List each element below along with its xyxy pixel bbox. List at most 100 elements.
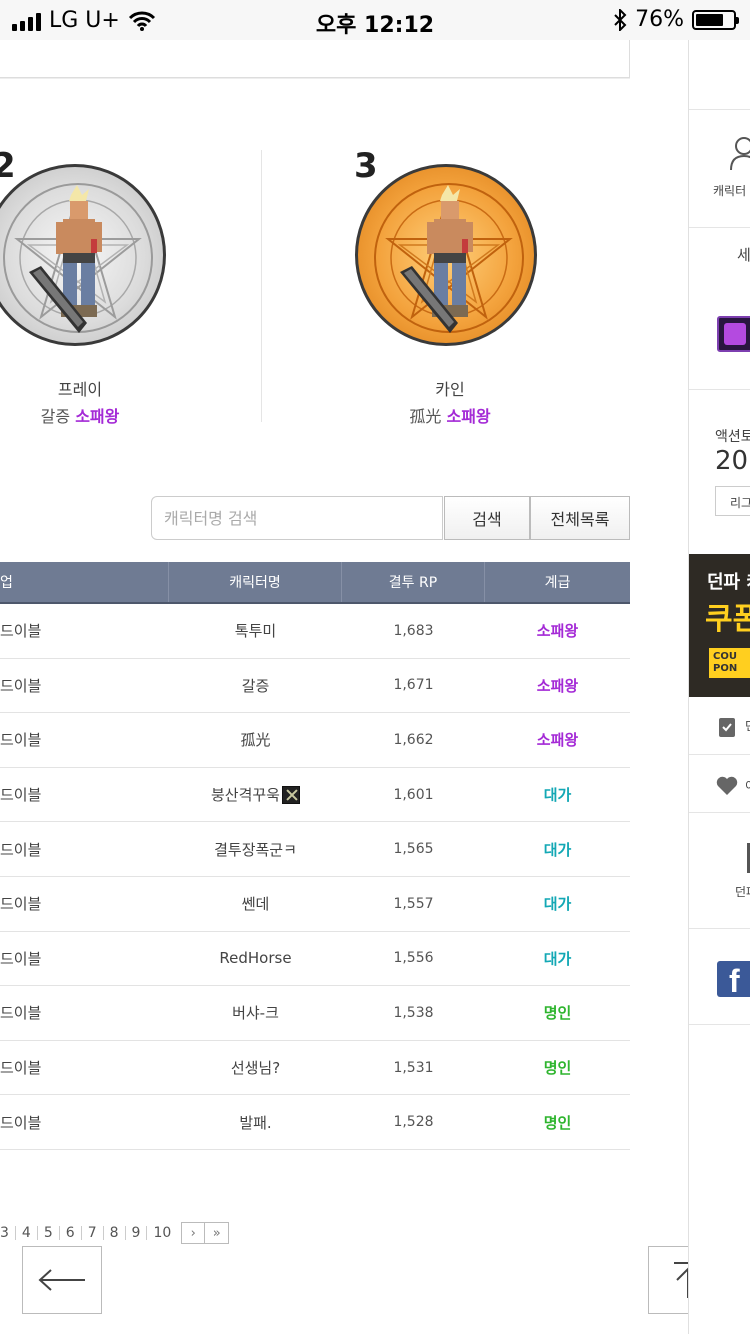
side-top-block bbox=[689, 40, 750, 110]
page-link[interactable]: 5 bbox=[36, 1226, 59, 1240]
side-character-block[interactable]: 캐릭터 bbox=[689, 110, 750, 228]
table-row[interactable]: 드이블 결투장폭군ㅋ 1,565 대가 bbox=[0, 822, 630, 877]
side-link-1[interactable]: 던 bbox=[689, 697, 750, 755]
side-link-2[interactable]: 이 bbox=[689, 755, 750, 813]
coupon-title: 던파 캐 bbox=[707, 572, 750, 593]
row-character-name[interactable]: 발패. bbox=[169, 1095, 342, 1149]
character-search-input[interactable] bbox=[151, 496, 443, 540]
row-character-name[interactable]: 결투장폭군ㅋ bbox=[169, 822, 342, 876]
league-button[interactable]: 리그 bbox=[715, 486, 750, 516]
equipment-item-icon[interactable] bbox=[717, 316, 750, 352]
page-link[interactable]: 3 bbox=[0, 1226, 15, 1240]
character-icon bbox=[730, 137, 750, 171]
coupon-big-text: 쿠폰 bbox=[705, 602, 750, 637]
row-rp: 1,556 bbox=[393, 950, 434, 967]
row-grade: 소패왕 bbox=[536, 731, 579, 750]
character-name-text: 발패. bbox=[239, 1113, 272, 1132]
row-grade: 소패왕 bbox=[536, 622, 579, 641]
row-grade: 대가 bbox=[543, 949, 572, 968]
side-action-label: 액션토 bbox=[715, 429, 750, 445]
side-character-label: 캐릭터 bbox=[713, 184, 747, 198]
table-row[interactable]: 드이블 갈증 1,671 소패왕 bbox=[0, 659, 630, 714]
table-row[interactable]: 드이블 붕산격꾸욱 1,601 대가 bbox=[0, 768, 630, 823]
row-job: 드이블 bbox=[0, 840, 42, 859]
battery-fill bbox=[696, 13, 724, 26]
row-job: 드이블 bbox=[0, 1004, 42, 1023]
table-header: 업 캐릭터명 결투 RP 계급 bbox=[0, 562, 630, 604]
facebook-icon[interactable]: f bbox=[717, 961, 750, 999]
row-job: 드이블 bbox=[0, 1113, 42, 1132]
row-character-name[interactable]: 선생님? bbox=[169, 1041, 342, 1095]
character-info[interactable]: 孤光 소패왕 bbox=[350, 403, 550, 427]
row-character-name[interactable]: RedHorse bbox=[169, 932, 342, 986]
player-name: 孤光 bbox=[409, 407, 442, 426]
character-name-text: 선생님? bbox=[230, 1059, 281, 1078]
character-name-text: 갈증 bbox=[241, 676, 270, 695]
player-name: 갈증 bbox=[40, 407, 71, 426]
card-divider bbox=[261, 150, 262, 422]
page-link[interactable]: 10 bbox=[146, 1226, 177, 1240]
side-action-block: 액션토 201 리그 bbox=[689, 390, 750, 554]
page-link[interactable]: 8 bbox=[102, 1226, 125, 1240]
page-link[interactable]: 7 bbox=[80, 1226, 103, 1240]
page-link[interactable]: 6 bbox=[58, 1226, 81, 1240]
side-link-3-label: 던파 bbox=[735, 885, 750, 899]
last-page-button[interactable]: » bbox=[205, 1222, 230, 1244]
row-rp: 1,538 bbox=[393, 1004, 434, 1021]
table-body: 드이블 톡투미 1,683 소패왕 드이블 갈증 1,671 소패왕 드이블 孤光 1,662 소패왕… bbox=[0, 604, 630, 1150]
table-row[interactable]: 드이블 발패. 1,528 명인 bbox=[0, 1095, 630, 1150]
battery-percent: 76% bbox=[635, 7, 684, 32]
table-row[interactable]: 드이블 톡투미 1,683 소패왕 bbox=[0, 604, 630, 659]
row-rp: 1,528 bbox=[393, 1114, 434, 1131]
row-rp: 1,683 bbox=[393, 622, 434, 639]
back-arrow-icon bbox=[38, 1269, 85, 1291]
character-portrait-medal[interactable] bbox=[355, 164, 537, 346]
row-rp: 1,601 bbox=[393, 786, 434, 803]
search-button[interactable]: 검색 bbox=[444, 496, 530, 540]
row-job: 드이블 bbox=[0, 1059, 42, 1078]
table-row[interactable]: 드이블 쎈데 1,557 대가 bbox=[0, 877, 630, 932]
table-row[interactable]: 드이블 버샤-크 1,538 명인 bbox=[0, 986, 630, 1041]
heart-icon bbox=[716, 776, 738, 795]
row-rp: 1,531 bbox=[393, 1059, 434, 1076]
row-character-name[interactable]: 갈증 bbox=[169, 659, 342, 713]
row-rp: 1,565 bbox=[393, 841, 434, 858]
next-page-button[interactable]: › bbox=[181, 1222, 206, 1244]
bluetooth-icon bbox=[614, 8, 627, 31]
row-grade: 명인 bbox=[543, 1004, 572, 1023]
header-grade: 계급 bbox=[544, 575, 571, 591]
character-info[interactable]: 갈증 소패왕 bbox=[0, 403, 180, 427]
character-sprite bbox=[29, 185, 102, 333]
side-year-label: 201 bbox=[715, 446, 750, 476]
row-character-name[interactable]: 孤光 bbox=[169, 713, 342, 767]
full-list-button[interactable]: 전체목록 bbox=[530, 496, 630, 540]
character-name-text: 버샤-크 bbox=[232, 1004, 279, 1023]
row-character-name[interactable]: 톡투미 bbox=[169, 604, 342, 658]
page-link[interactable]: 4 bbox=[14, 1226, 37, 1240]
page-link[interactable]: 9 bbox=[124, 1226, 147, 1240]
ranking-table: 업 캐릭터명 결투 RP 계급 드이블 톡투미 1,683 소패왕 드이블 갈증 1,671… bbox=[0, 562, 630, 1150]
coupon-banner[interactable]: 던파 캐 쿠폰 COU PON bbox=[689, 554, 750, 697]
row-character-name[interactable]: 붕산격꾸욱 bbox=[169, 768, 342, 822]
character-name-text: RedHorse bbox=[219, 949, 292, 968]
row-grade: 명인 bbox=[543, 1059, 572, 1078]
table-row[interactable]: 드이블 RedHorse 1,556 대가 bbox=[0, 932, 630, 987]
row-character-name[interactable]: 쎈데 bbox=[169, 877, 342, 931]
row-job: 드이블 bbox=[0, 731, 42, 750]
character-name-text: 결투장폭군ㅋ bbox=[214, 840, 297, 859]
row-rp: 1,557 bbox=[393, 895, 434, 912]
row-grade: 소패왕 bbox=[536, 676, 579, 695]
character-sprite bbox=[400, 185, 473, 333]
row-grade: 대가 bbox=[543, 895, 572, 914]
row-job: 드이블 bbox=[0, 622, 42, 641]
battery-icon bbox=[692, 9, 739, 30]
row-job: 드이블 bbox=[0, 895, 42, 914]
character-name-text: 쎈데 bbox=[241, 895, 270, 914]
back-button[interactable] bbox=[22, 1246, 102, 1314]
row-character-name[interactable]: 버샤-크 bbox=[169, 986, 342, 1040]
table-row[interactable]: 드이블 선생님? 1,531 명인 bbox=[0, 1041, 630, 1096]
side-link-3[interactable]: 던파 bbox=[689, 813, 750, 929]
character-portrait-medal[interactable] bbox=[0, 164, 166, 346]
table-row[interactable]: 드이블 孤光 1,662 소패왕 bbox=[0, 713, 630, 768]
character-class: 카인 bbox=[435, 380, 465, 399]
